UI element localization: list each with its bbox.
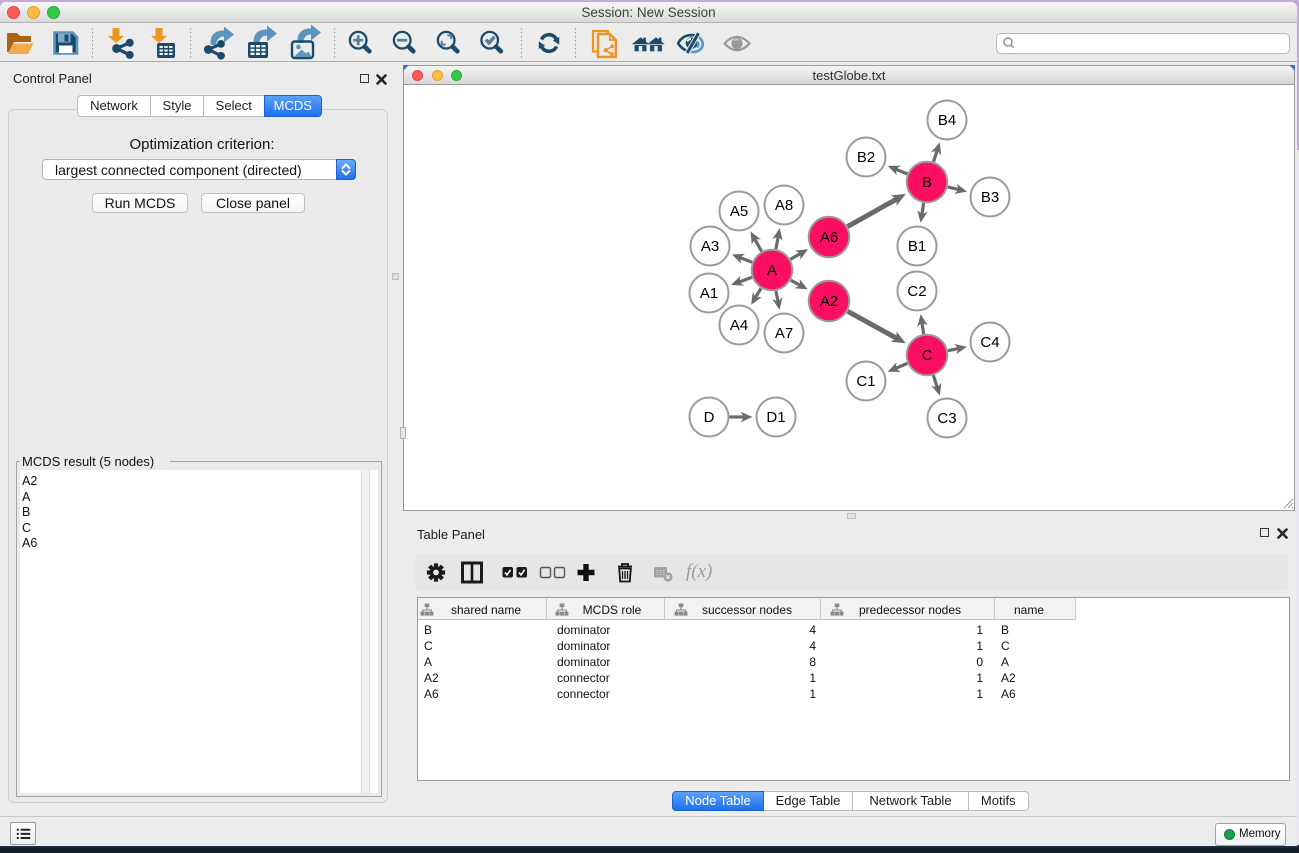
svg-text:D: D bbox=[704, 409, 715, 426]
svg-text:A1: A1 bbox=[700, 285, 718, 302]
svg-text:C2: C2 bbox=[907, 283, 926, 300]
svg-text:B3: B3 bbox=[981, 189, 999, 206]
svg-text:A4: A4 bbox=[730, 317, 748, 334]
svg-text:C: C bbox=[922, 347, 933, 364]
svg-text:A7: A7 bbox=[775, 325, 793, 342]
svg-text:A6: A6 bbox=[820, 229, 838, 246]
svg-text:B2: B2 bbox=[857, 149, 875, 166]
svg-text:B1: B1 bbox=[908, 238, 926, 255]
svg-text:A2: A2 bbox=[820, 293, 838, 310]
svg-text:C4: C4 bbox=[980, 334, 999, 351]
svg-text:B4: B4 bbox=[938, 112, 956, 129]
svg-text:C1: C1 bbox=[856, 373, 875, 390]
svg-text:D1: D1 bbox=[766, 409, 785, 426]
svg-text:B: B bbox=[922, 174, 932, 191]
svg-text:A3: A3 bbox=[701, 238, 719, 255]
svg-text:A: A bbox=[767, 262, 777, 279]
svg-text:A5: A5 bbox=[730, 203, 748, 220]
svg-text:A8: A8 bbox=[775, 197, 793, 214]
svg-text:C3: C3 bbox=[937, 410, 956, 427]
